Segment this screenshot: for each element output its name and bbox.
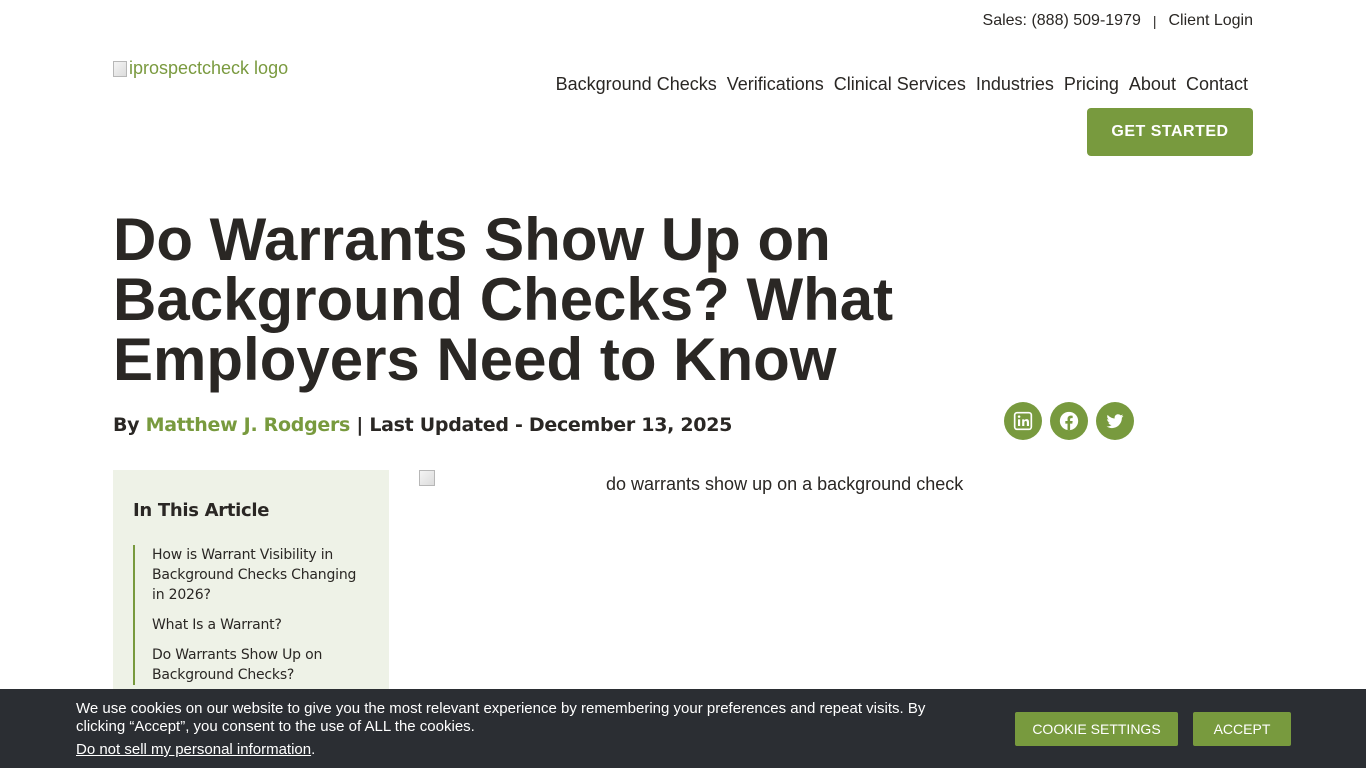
article-hero-image: do warrants show up on a background chec… [419,470,1159,690]
toc-item-warrant-visibility[interactable]: How is Warrant Visibility in Background … [152,545,369,605]
nav-about[interactable]: About [1129,74,1176,95]
cookie-accept-button[interactable]: ACCEPT [1193,712,1291,746]
get-started-button[interactable]: GET STARTED [1087,108,1253,156]
top-utility-bar: Sales: (888) 509-1979 | Client Login [983,12,1253,30]
twitter-share-button[interactable] [1096,402,1134,440]
topbar-separator: | [1152,13,1157,29]
linkedin-icon [1013,411,1033,431]
do-not-sell-link[interactable]: Do not sell my personal information [76,741,311,758]
article-byline: By Matthew J. Rodgers | Last Updated - D… [113,414,732,436]
byline-prefix: By [113,414,140,436]
article-title: Do Warrants Show Up on Background Checks… [113,206,894,393]
logo-alt-text: iprospectcheck logo [129,58,289,78]
cookie-banner: We use cookies on our website to give yo… [0,689,1366,768]
nav-contact[interactable]: Contact [1186,74,1248,95]
cookie-message: We use cookies on our website to give yo… [76,700,926,735]
client-login-link[interactable]: Client Login [1169,12,1254,30]
facebook-icon [1059,411,1079,431]
toc-list: How is Warrant Visibility in Background … [133,545,369,685]
author-link[interactable]: Matthew J. Rodgers [146,414,351,436]
linkedin-share-button[interactable] [1004,402,1042,440]
sales-phone-link[interactable]: Sales: (888) 509-1979 [983,12,1141,30]
nav-clinical-services[interactable]: Clinical Services [834,74,966,95]
hero-image-alt-text: do warrants show up on a background chec… [606,474,964,494]
facebook-share-button[interactable] [1050,402,1088,440]
nav-pricing[interactable]: Pricing [1064,74,1119,95]
do-not-sell-suffix: . [311,741,316,758]
toc-item-do-warrants-show[interactable]: Do Warrants Show Up on Background Checks… [152,645,369,685]
toc-item-what-is-warrant[interactable]: What Is a Warrant? [152,615,369,635]
broken-image-icon [419,470,435,486]
nav-verifications[interactable]: Verifications [727,74,824,95]
toc-title: In This Article [133,500,270,521]
cookie-dns-line: Do not sell my personal information. [76,741,315,758]
main-navigation: Background Checks Verifications Clinical… [556,74,1248,95]
last-updated: | Last Updated - December 13, 2025 [356,414,733,436]
cookie-settings-button[interactable]: COOKIE SETTINGS [1015,712,1178,746]
site-logo[interactable]: iprospectcheck logo [113,58,288,79]
nav-industries[interactable]: Industries [976,74,1054,95]
table-of-contents: In This Article How is Warrant Visibilit… [113,470,389,710]
social-share [1004,402,1134,440]
twitter-icon [1106,414,1124,429]
nav-background-checks[interactable]: Background Checks [556,74,717,95]
broken-image-icon [113,60,127,77]
